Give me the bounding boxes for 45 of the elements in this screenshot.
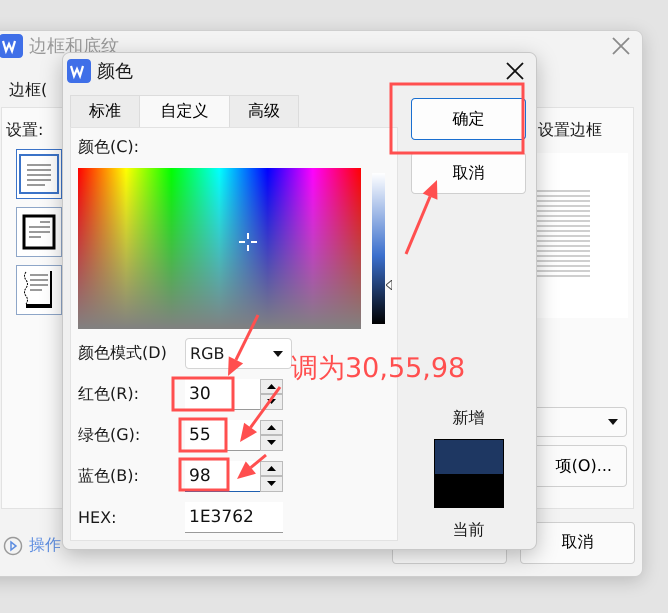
cancel-button[interactable]: 取消 — [520, 522, 635, 564]
tips-text: 操作 — [29, 535, 61, 556]
caret-icon — [608, 419, 618, 425]
field-label: 红色(R): — [78, 384, 140, 405]
app-logo-icon — [67, 59, 91, 83]
field-label: HEX: — [78, 508, 118, 527]
tab[interactable]: 自定义 — [139, 95, 230, 127]
crosshair-icon — [238, 232, 258, 252]
border-setting-button[interactable] — [16, 265, 62, 315]
ok-button[interactable]: 确定 — [411, 98, 526, 140]
slider-pointer[interactable] — [386, 280, 392, 290]
tab[interactable]: 标准 — [70, 95, 140, 127]
annotation-box — [178, 418, 228, 452]
caret-icon — [273, 350, 283, 356]
annotation-box — [178, 458, 230, 492]
new-color-swatch — [434, 440, 502, 474]
number-field[interactable]: 30 — [185, 379, 260, 410]
annotation-arrow — [237, 454, 267, 479]
settings-label: 设置: — [6, 120, 44, 141]
current-label: 当前 — [452, 520, 484, 541]
annotation-arrow — [228, 314, 260, 376]
field-label: 绿色(G): — [78, 425, 142, 446]
cancel-button[interactable]: 取消 — [411, 152, 526, 194]
new-label: 新增 — [452, 408, 484, 429]
play-icon — [3, 536, 23, 556]
annotation-box — [172, 376, 234, 412]
field-label: 颜色模式(D) — [78, 343, 168, 364]
page-lines-icon — [19, 154, 59, 194]
spin-buttons[interactable] — [260, 461, 283, 492]
spin-buttons[interactable] — [260, 379, 283, 410]
color-label: 颜色(C): — [78, 137, 140, 158]
hex-field[interactable]: 1E3762 — [185, 502, 283, 533]
dialog-title: 颜色 — [97, 60, 133, 83]
tab[interactable]: 边框( — [9, 80, 48, 107]
color-spectrum[interactable] — [78, 168, 361, 329]
close-icon[interactable] — [506, 62, 524, 80]
annotation-text: 调为30,55,98 — [291, 352, 466, 386]
mode-select[interactable]: RGB — [185, 338, 292, 369]
spin-buttons[interactable] — [260, 420, 283, 451]
border-setting-button[interactable] — [16, 207, 62, 257]
boxed-page-icon — [22, 214, 56, 250]
preview-label: 设置边框 — [538, 120, 603, 141]
tab[interactable]: 高级 — [229, 95, 299, 127]
annotation-arrow — [240, 386, 282, 442]
field-label: 蓝色(B): — [78, 466, 140, 487]
